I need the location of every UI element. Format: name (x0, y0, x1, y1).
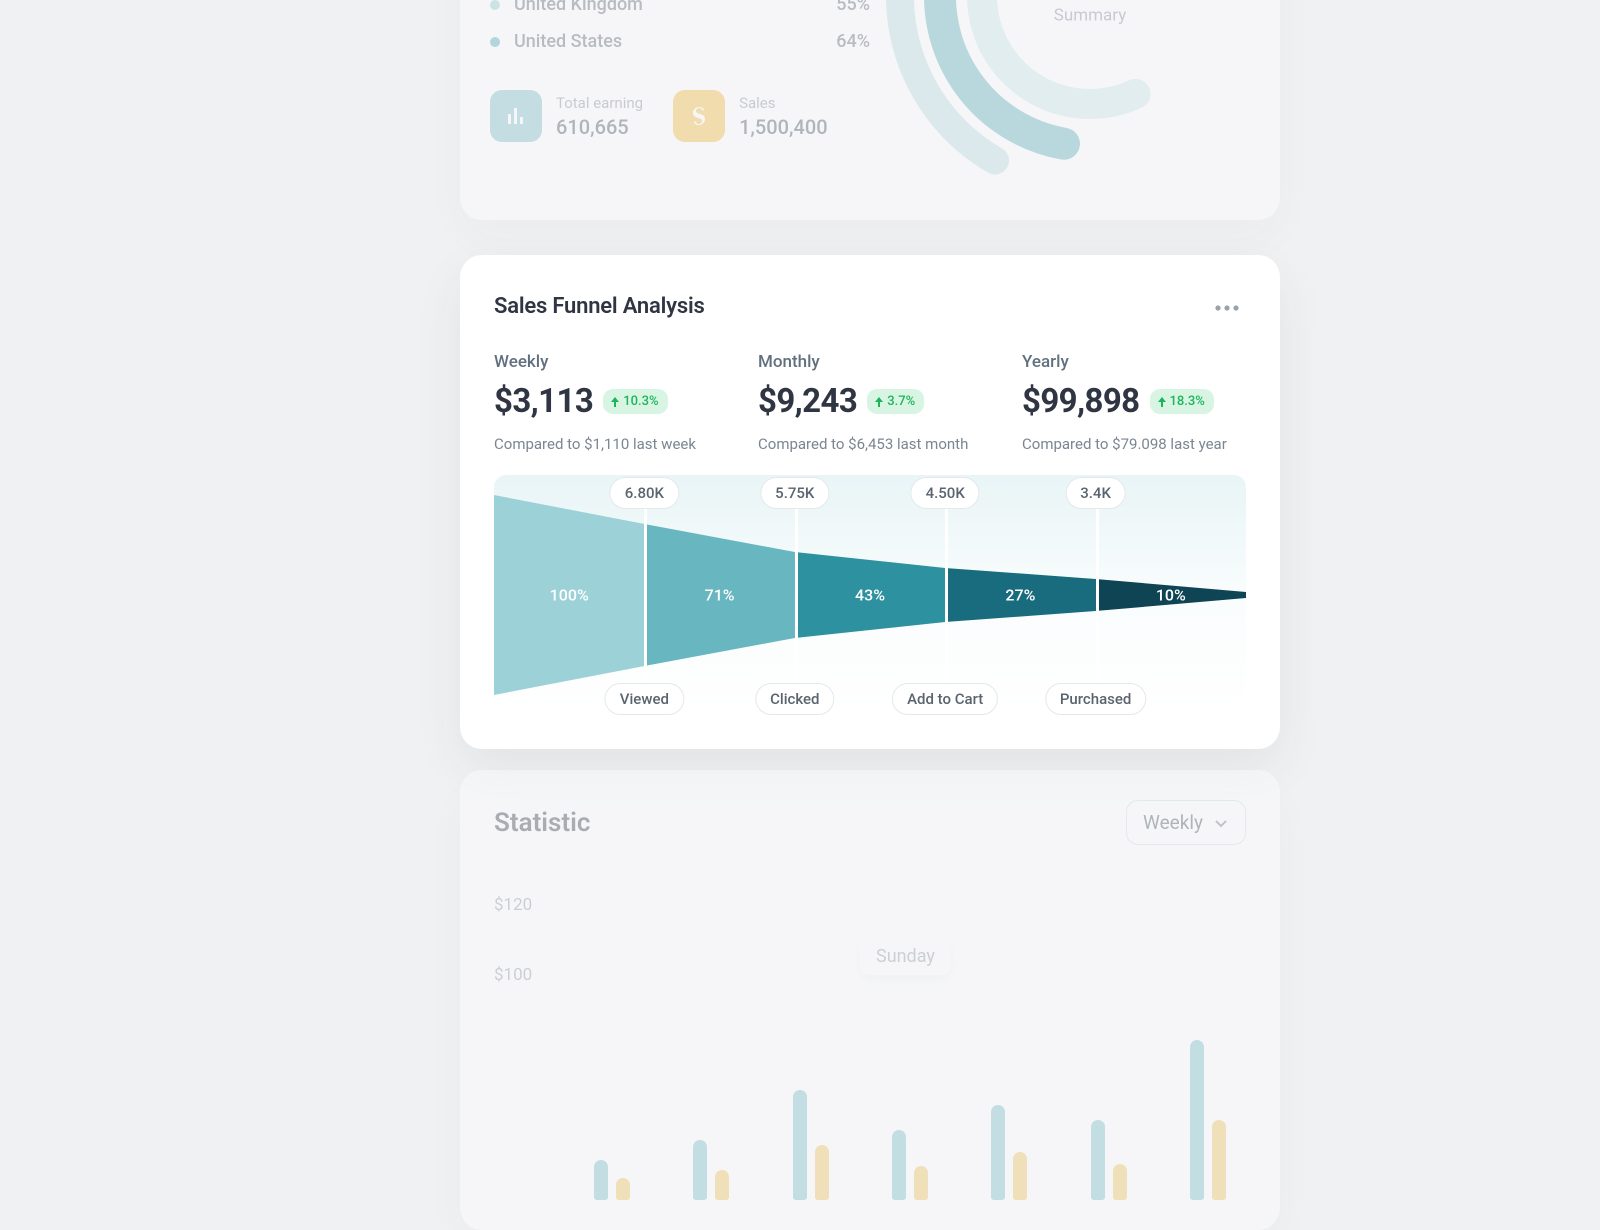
delta-badge: 3.7% (867, 389, 924, 414)
funnel-pct: 43% (855, 586, 885, 605)
funnel-name: Viewed (605, 683, 684, 715)
arrow-up-icon (610, 397, 620, 407)
funnel-pct: 10% (1156, 586, 1186, 605)
total-sales: Sales 1,500,400 (673, 90, 828, 142)
legend-dot (490, 0, 500, 10)
delta-value: 3.7% (887, 394, 915, 409)
metric-monthly: Monthly $9,243 3.7% Compared to $6,453 l… (758, 352, 982, 453)
metric-period: Monthly (758, 352, 982, 372)
funnel-name: Add to Cart (892, 683, 998, 715)
total-earning-label: Total earning (556, 94, 643, 112)
y-tick: $120 (494, 895, 1246, 915)
funnel-count: 3.4K (1065, 477, 1126, 509)
delta-value: 18.3% (1170, 394, 1205, 409)
legend-value: 55% (836, 0, 870, 15)
bar-chart-icon (490, 90, 542, 142)
funnel-count: 5.75K (760, 477, 829, 509)
funnel-divider (945, 483, 948, 707)
statistic-bars (580, 940, 1240, 1200)
delta-value: 10.3% (623, 394, 658, 409)
funnel-divider (644, 483, 647, 707)
legend-label: United States (514, 31, 836, 52)
funnel-name: Clicked (755, 683, 834, 715)
total-sales-value: 1,500,400 (739, 115, 828, 139)
summary-card: United Kingdom 55% United States 64% Tot… (460, 0, 1280, 220)
metric-compare: Compared to $79.098 last year (1022, 435, 1246, 453)
statistic-card: Statistic Weekly $120 $100 Sunday (460, 770, 1280, 1230)
dollar-icon (673, 90, 725, 142)
delta-badge: 18.3% (1150, 389, 1214, 414)
metric-compare: Compared to $6,453 last month (758, 435, 982, 453)
legend-row: United Kingdom 55% (490, 0, 870, 23)
statistic-title: Statistic (494, 808, 590, 838)
funnel-count: 4.50K (911, 477, 980, 509)
funnel-pct: 100% (550, 586, 589, 605)
more-button[interactable] (1208, 291, 1246, 322)
funnel-title: Sales Funnel Analysis (494, 294, 705, 319)
metric-weekly: Weekly $3,113 10.3% Compared to $1,110 l… (494, 352, 718, 453)
legend-value: 64% (836, 31, 870, 52)
legend-dot (490, 37, 500, 47)
chevron-down-icon (1213, 815, 1229, 831)
funnel-divider (1096, 483, 1099, 707)
metric-period: Weekly (494, 352, 718, 372)
summary-label: Summary (1037, 6, 1143, 26)
metric-amount: $9,243 (758, 382, 857, 421)
metric-yearly: Yearly $99,898 18.3% Compared to $79.098… (1022, 352, 1246, 453)
summary-radial-chart: 20.000 Summary (870, 0, 1310, 216)
more-horizontal-icon (1214, 304, 1240, 312)
dropdown-label: Weekly (1143, 811, 1203, 834)
funnel-card: Sales Funnel Analysis Weekly $3,113 10.3… (460, 255, 1280, 749)
metric-amount: $3,113 (494, 382, 593, 421)
period-dropdown[interactable]: Weekly (1126, 800, 1246, 845)
metric-compare: Compared to $1,110 last week (494, 435, 718, 453)
arrow-up-icon (874, 397, 884, 407)
funnel-count: 6.80K (610, 477, 679, 509)
funnel-pct: 71% (705, 586, 735, 605)
arrow-up-icon (1157, 397, 1167, 407)
total-earning: Total earning 610,665 (490, 90, 643, 142)
funnel-pct: 27% (1005, 586, 1035, 605)
total-earning-value: 610,665 (556, 115, 643, 139)
legend-row: United States 64% (490, 23, 870, 60)
funnel-chart: 6.80K 5.75K 4.50K 3.4K Viewed Clicked Ad… (494, 475, 1246, 715)
metric-period: Yearly (1022, 352, 1246, 372)
summary-number: 20.000 (1037, 0, 1143, 2)
metric-amount: $99,898 (1022, 382, 1140, 421)
legend-label: United Kingdom (514, 0, 836, 15)
funnel-name: Purchased (1045, 683, 1147, 715)
funnel-divider (795, 483, 798, 707)
total-sales-label: Sales (739, 94, 828, 112)
delta-badge: 10.3% (603, 389, 667, 414)
